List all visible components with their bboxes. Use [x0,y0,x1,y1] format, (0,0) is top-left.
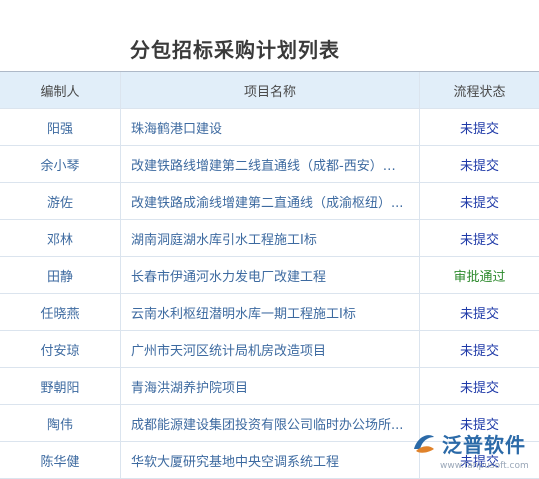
table-row[interactable]: 任晓燕 云南水利枢纽潜明水库一期工程施工I标 未提交 [0,294,539,331]
cell-status: 未提交 [459,158,499,174]
project-name-link[interactable]: 改建铁路线增建第二线直通线（成都-西安）电... [131,155,406,174]
table-row[interactable]: 游佐 改建铁路成渝线增建第二直通线（成渝枢纽）... 未提交 [0,183,539,220]
project-name-link[interactable]: 青海洪湖养护院项目 [131,377,248,396]
table-row[interactable]: 阳强 珠海鹤港口建设 未提交 [0,109,539,146]
project-name-link[interactable]: 长春市伊通河水力发电厂改建工程 [131,266,326,285]
plan-table: 编制人 项目名称 流程状态 阳强 珠海鹤港口建设 未提交 余小琴 改建铁路线增建第二线直… [0,71,539,479]
page-title: 分包招标采购计划列表 [130,38,340,62]
project-name-link[interactable]: 珠海鹤港口建设 [131,118,222,137]
cell-owner: 野朝阳 [0,368,121,404]
project-name-link[interactable]: 云南水利枢纽潜明水库一期工程施工I标 [131,303,356,322]
project-name-link[interactable]: 华软大厦研究基地中央空调系统工程 [131,451,339,470]
table-row[interactable]: 野朝阳 青海洪湖养护院项目 未提交 [0,368,539,405]
column-header-status[interactable]: 流程状态 [420,72,539,108]
cell-project[interactable]: 湖南洞庭湖水库引水工程施工I标 [121,220,420,256]
fanpu-logo: 泛普软件 [410,426,535,460]
cell-owner: 游佐 [0,183,121,219]
column-header-project[interactable]: 项目名称 [121,72,420,108]
project-name-link[interactable]: 湖南洞庭湖水库引水工程施工I标 [131,229,317,248]
table-row[interactable]: 邓林 湖南洞庭湖水库引水工程施工I标 未提交 [0,220,539,257]
fanpu-logo-icon [414,435,434,453]
cell-owner: 陈华健 [0,442,121,478]
cell-project[interactable]: 改建铁路成渝线增建第二直通线（成渝枢纽）... [121,183,420,219]
table-row[interactable]: 田静 长春市伊通河水力发电厂改建工程 审批通过 [0,257,539,294]
cell-project[interactable]: 长春市伊通河水力发电厂改建工程 [121,257,420,293]
column-header-owner[interactable]: 编制人 [0,72,121,108]
cell-owner: 田静 [0,257,121,293]
cell-project[interactable]: 珠海鹤港口建设 [121,109,420,145]
project-name-link[interactable]: 成都能源建设集团投资有限公司临时办公场所... [131,414,403,433]
project-name-link[interactable]: 改建铁路成渝线增建第二直通线（成渝枢纽）... [131,192,403,211]
table-body: 阳强 珠海鹤港口建设 未提交 余小琴 改建铁路线增建第二线直通线（成都-西安）电... 未… [0,109,539,479]
logo-text: 泛普软件 [442,432,526,457]
project-name-link[interactable]: 广州市天河区统计局机房改造项目 [131,340,326,359]
cell-project[interactable]: 云南水利枢纽潜明水库一期工程施工I标 [121,294,420,330]
cell-owner: 邓林 [0,220,121,256]
cell-status: 未提交 [459,121,499,137]
table-row[interactable]: 余小琴 改建铁路线增建第二线直通线（成都-西安）电... 未提交 [0,146,539,183]
cell-project[interactable]: 改建铁路线增建第二线直通线（成都-西安）电... [121,146,420,182]
cell-status: 审批通过 [453,269,506,285]
cell-project[interactable]: 广州市天河区统计局机房改造项目 [121,331,420,367]
cell-project[interactable]: 华软大厦研究基地中央空调系统工程 [121,442,420,478]
cell-status: 未提交 [459,232,499,248]
cell-project[interactable]: 青海洪湖养护院项目 [121,368,420,404]
table-row[interactable]: 付安琼 广州市天河区统计局机房改造项目 未提交 [0,331,539,368]
cell-owner: 任晓燕 [0,294,121,330]
cell-owner: 付安琼 [0,331,121,367]
cell-status: 未提交 [459,306,499,322]
cell-project[interactable]: 成都能源建设集团投资有限公司临时办公场所... [121,405,420,441]
logo-url: www.fanpusoft.com [440,461,529,471]
cell-status: 未提交 [459,195,499,211]
cell-owner: 阳强 [0,109,121,145]
cell-status: 未提交 [459,380,499,396]
cell-status: 未提交 [459,343,499,359]
cell-owner: 陶伟 [0,405,121,441]
cell-owner: 余小琴 [0,146,121,182]
table-header: 编制人 项目名称 流程状态 [0,72,539,109]
